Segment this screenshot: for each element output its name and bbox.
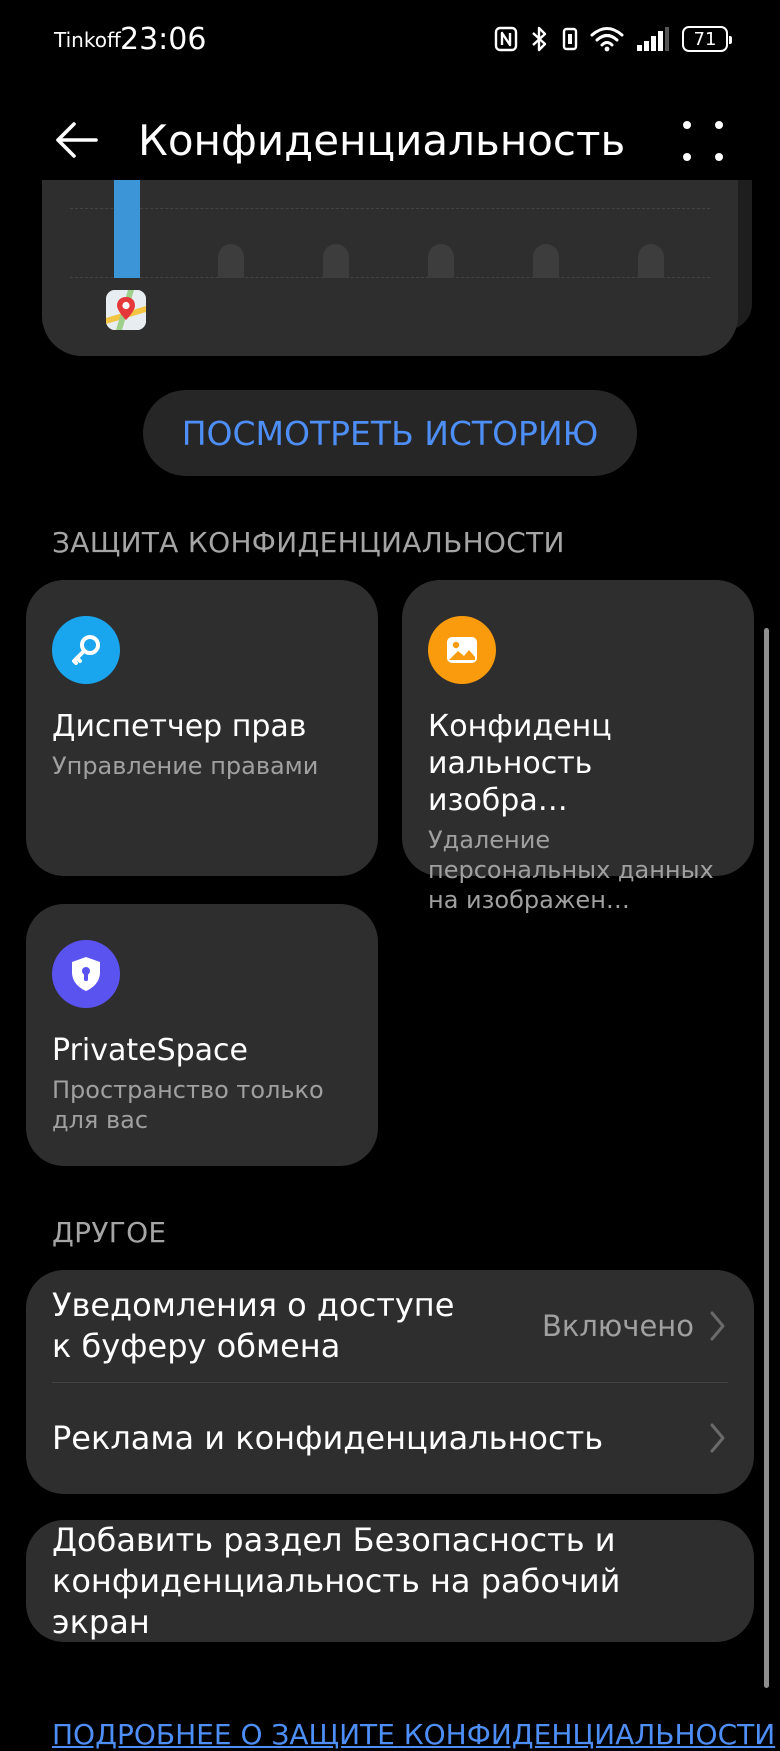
row-value: Включено bbox=[541, 1309, 694, 1343]
tile-subtitle: Пространство только для вас bbox=[52, 1076, 324, 1134]
signal-icon bbox=[637, 27, 669, 51]
list-item-ads-privacy[interactable]: Реклама и конфиденциальность bbox=[26, 1382, 754, 1494]
scrollbar[interactable] bbox=[764, 628, 769, 1688]
wifi-icon bbox=[590, 27, 624, 52]
section-header-privacy: ЗАЩИТА КОНФИДЕНЦИАЛЬНОСТИ bbox=[52, 526, 565, 559]
chart-gridline bbox=[70, 277, 710, 278]
tile-permission-manager[interactable]: Диспетчер прав Управление правами bbox=[26, 580, 378, 876]
list-divider bbox=[52, 1382, 728, 1383]
section-header-other: ДРУГОЕ bbox=[52, 1216, 167, 1249]
other-settings-card: Уведомления о доступе к буферу обмена Вк… bbox=[26, 1270, 754, 1494]
shield-lock-icon bbox=[52, 940, 120, 1008]
page-title: Конфиденциальность bbox=[138, 116, 626, 165]
status-icons: 71 bbox=[494, 22, 732, 56]
tile-private-space[interactable]: PrivateSpace Пространство только для вас bbox=[26, 904, 378, 1166]
back-button[interactable] bbox=[44, 114, 108, 166]
tile-title: Конфиденц иальность изобра… bbox=[428, 709, 612, 818]
chart-gridline bbox=[70, 208, 710, 209]
chart-bar bbox=[114, 180, 140, 278]
more-options-button[interactable] bbox=[678, 116, 728, 166]
key-icon bbox=[52, 616, 120, 684]
tile-image-privacy[interactable]: Конфиденц иальность изобра… Удаление пер… bbox=[402, 580, 754, 914]
maps-pin-icon[interactable] bbox=[106, 290, 146, 330]
bluetooth-icon bbox=[532, 26, 547, 52]
chart-bar-empty bbox=[533, 244, 559, 278]
chart-bar-empty bbox=[638, 244, 664, 278]
chart-bar-empty bbox=[218, 244, 244, 278]
vibrate-icon bbox=[562, 27, 578, 51]
tile-title: Диспетчер прав bbox=[52, 709, 307, 744]
chart-bar-empty bbox=[323, 244, 349, 278]
arrow-left-icon bbox=[56, 122, 98, 158]
status-clock: 23:06 bbox=[120, 22, 207, 57]
chevron-right-icon bbox=[710, 1423, 725, 1453]
tile-subtitle: Удаление персональных данных на изображе… bbox=[428, 826, 714, 914]
row-title: Реклама и конфиденциальность bbox=[52, 1418, 604, 1457]
usage-chart-card bbox=[42, 180, 738, 356]
tile-title: PrivateSpace bbox=[52, 1033, 249, 1068]
row-title: Уведомления о доступе к буферу обмена bbox=[52, 1286, 455, 1365]
chart-bar-empty bbox=[428, 244, 454, 278]
battery-icon: 71 bbox=[682, 26, 732, 52]
carrier-name: Tinkoff bbox=[54, 28, 121, 52]
list-item-clipboard-notifications[interactable]: Уведомления о доступе к буферу обмена Вк… bbox=[26, 1270, 754, 1382]
tile-subtitle: Управление правами bbox=[52, 752, 319, 780]
row-title: Добавить раздел Безопасность и конфиденц… bbox=[52, 1520, 621, 1641]
learn-more-link[interactable]: ПОДРОБНЕЕ О ЗАЩИТЕ КОНФИДЕНЦИАЛЬНОСТИ bbox=[52, 1718, 775, 1751]
app-bar: Конфиденциальность bbox=[0, 90, 780, 190]
view-history-button[interactable]: ПОСМОТРЕТЬ ИСТОРИЮ bbox=[143, 390, 637, 476]
status-bar: Tinkoff 23:06 71 bbox=[0, 0, 780, 80]
nfc-icon bbox=[494, 26, 518, 52]
chevron-right-icon bbox=[710, 1311, 725, 1341]
list-item-add-to-home[interactable]: Добавить раздел Безопасность и конфиденц… bbox=[26, 1520, 754, 1642]
add-shortcut-card[interactable]: Добавить раздел Безопасность и конфиденц… bbox=[26, 1520, 754, 1642]
image-icon bbox=[428, 616, 496, 684]
